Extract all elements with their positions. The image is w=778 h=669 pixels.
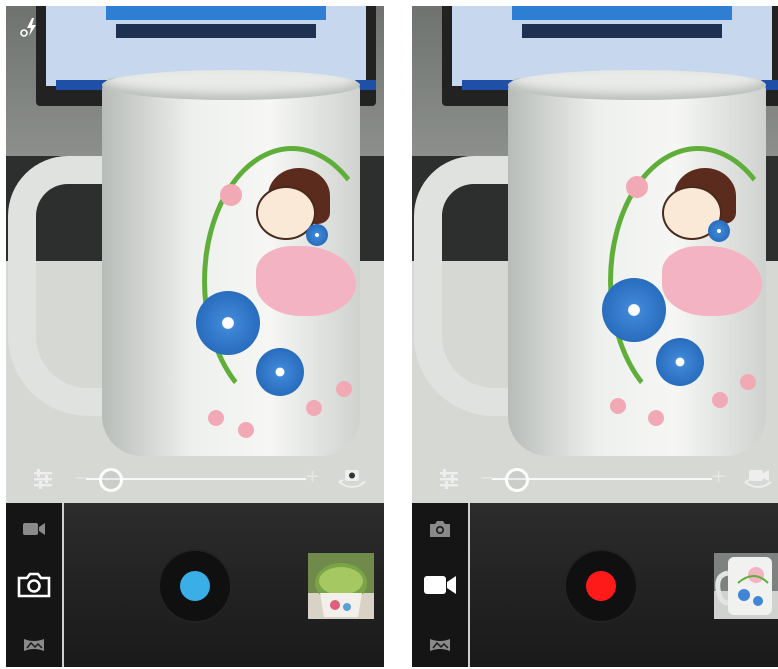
pink-dot	[740, 374, 756, 390]
mug-rim	[102, 70, 360, 100]
blue-flower	[656, 338, 704, 386]
blue-flower	[306, 224, 328, 246]
monitor-titlebar	[106, 6, 326, 20]
mode-photo-button[interactable]	[420, 509, 460, 549]
cactus-photo-thumbnail	[308, 553, 374, 619]
monitor-titlebar	[512, 6, 732, 20]
panorama-icon	[24, 639, 44, 651]
shutter-button[interactable]	[160, 551, 230, 621]
pink-dot	[238, 422, 254, 438]
pink-dot	[208, 410, 224, 426]
camera-icon	[17, 572, 51, 598]
blue-flower	[196, 291, 260, 355]
flash-auto-icon[interactable]	[20, 16, 40, 38]
bottom-control-bar	[6, 503, 384, 667]
mode-panorama-button[interactable]	[420, 625, 460, 665]
bottom-control-bar	[412, 503, 778, 667]
blue-flower	[602, 278, 666, 342]
pink-dot	[336, 381, 352, 397]
mode-photo-button[interactable]	[14, 565, 54, 605]
video-camera-icon	[424, 576, 456, 594]
monitor-content	[522, 24, 722, 38]
viewfinder[interactable]: − +	[412, 6, 778, 503]
pink-dot	[306, 400, 322, 416]
zoom-in-label[interactable]: +	[305, 466, 320, 488]
video-camera-icon	[23, 523, 45, 535]
mode-selector	[6, 503, 64, 667]
mug-photo-thumbnail	[714, 553, 778, 619]
camera-photo-panel: − +	[6, 6, 384, 667]
mode-selector	[412, 503, 470, 667]
last-video-thumbnail[interactable]	[714, 553, 778, 619]
record-button[interactable]	[566, 551, 636, 621]
shutter-dot	[180, 571, 210, 601]
settings-sliders-icon[interactable]	[438, 468, 460, 490]
blue-flower	[708, 220, 730, 242]
monitor-content	[116, 24, 316, 38]
pink-dot	[712, 392, 728, 408]
pink-dot	[610, 398, 626, 414]
pink-dot	[220, 184, 242, 206]
panorama-icon	[430, 639, 450, 651]
camera-video-panel: − +	[412, 6, 778, 667]
mug-rim	[508, 70, 766, 100]
zoom-slider-knob[interactable]	[99, 468, 123, 492]
mode-panorama-button[interactable]	[14, 625, 54, 665]
mode-video-button[interactable]	[420, 565, 460, 605]
record-dot	[586, 571, 616, 601]
mode-video-button[interactable]	[14, 509, 54, 549]
last-photo-thumbnail[interactable]	[308, 553, 374, 619]
switch-camera-icon[interactable]	[742, 466, 774, 490]
zoom-in-label[interactable]: +	[711, 466, 726, 488]
switch-camera-icon[interactable]	[336, 466, 368, 490]
zoom-slider-knob[interactable]	[505, 468, 529, 492]
viewfinder[interactable]: − +	[6, 6, 384, 503]
settings-sliders-icon[interactable]	[32, 468, 54, 490]
blue-flower	[256, 348, 304, 396]
pink-dot	[648, 410, 664, 426]
camera-icon	[430, 521, 450, 537]
pink-dot	[626, 176, 648, 198]
